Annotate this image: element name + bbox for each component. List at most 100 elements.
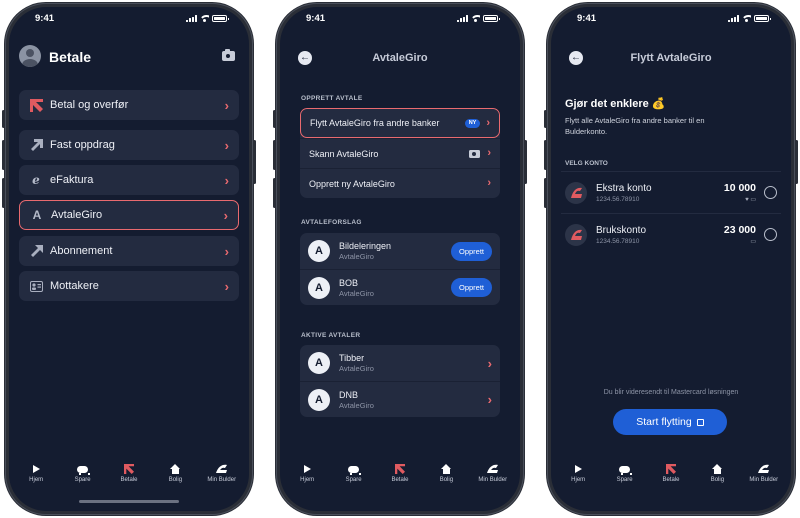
agreement-sub: AvtaleGiro bbox=[339, 364, 374, 373]
chevron-right-icon: › bbox=[224, 97, 229, 113]
row-label: Flytt AvtaleGiro fra andre banker bbox=[310, 118, 440, 128]
tab-label: Bolig bbox=[439, 477, 454, 483]
tab-min-bulder[interactable]: Min Bulder bbox=[471, 463, 515, 493]
tab-spare[interactable]: Spare bbox=[61, 463, 105, 493]
row-flytt-avtalegiro[interactable]: Flytt AvtaleGiro fra andre banker NY › bbox=[300, 108, 500, 138]
intro-paragraph: Flytt alle AvtaleGiro fra andre banker t… bbox=[565, 116, 705, 136]
tab-label: Bolig bbox=[710, 477, 725, 483]
battery-icon bbox=[483, 14, 500, 22]
tab-label: Hjem bbox=[29, 477, 44, 483]
account-balance: 23 000 bbox=[723, 224, 756, 236]
battery-icon bbox=[212, 14, 229, 22]
account-number: 1234.56.78910 bbox=[596, 195, 640, 203]
chevron-right-icon: › bbox=[224, 172, 229, 188]
chevron-right-icon: › bbox=[224, 243, 229, 259]
menu-item-avtalegiro[interactable]: A AvtaleGiro › bbox=[19, 200, 239, 230]
tab-label: Hjem bbox=[300, 477, 315, 483]
tab-hjem[interactable]: Hjem bbox=[556, 463, 600, 493]
piggy-bank-icon bbox=[619, 465, 633, 475]
account-row-ekstra[interactable]: Ekstra konto 1234.56.78910 10 000 ♥ ▭ bbox=[561, 171, 781, 213]
suggestions-card: A Bildeleringen AvtaleGiro Opprett A BOB A… bbox=[300, 233, 500, 305]
suggestion-sub: AvtaleGiro bbox=[339, 252, 374, 261]
tab-min-bulder[interactable]: Min Bulder bbox=[742, 463, 786, 493]
opprett-button[interactable]: Opprett bbox=[450, 278, 492, 297]
start-flytting-button[interactable]: Start flytting bbox=[613, 409, 727, 435]
bulder-logo-icon bbox=[487, 464, 499, 473]
chevron-right-icon: › bbox=[487, 147, 491, 159]
page-title: Flytt AvtaleGiro bbox=[630, 52, 712, 64]
tab-bolig[interactable]: Bolig bbox=[424, 463, 468, 493]
signal-icon bbox=[186, 14, 197, 22]
avtalegiro-logo-icon: A bbox=[308, 240, 330, 262]
menu-item-efaktura[interactable]: e eFaktura › bbox=[19, 165, 239, 195]
header: ← AvtaleGiro bbox=[280, 43, 520, 73]
bulder-logo-icon bbox=[216, 464, 228, 473]
menu-label: Betal og overfør bbox=[50, 99, 129, 111]
account-row-bruks[interactable]: Brukskonto 1234.56.78910 23 000 ▭ bbox=[561, 213, 781, 255]
tab-min-bulder[interactable]: Min Bulder bbox=[200, 463, 244, 493]
tab-label: Bolig bbox=[168, 477, 183, 483]
bulder-logo-icon bbox=[758, 464, 770, 473]
tab-label: Spare bbox=[345, 477, 362, 483]
tab-bolig[interactable]: Bolig bbox=[695, 463, 739, 493]
home-indicator bbox=[79, 500, 179, 503]
tab-label: Betale bbox=[662, 477, 680, 483]
status-time: 9:41 bbox=[577, 12, 597, 24]
tab-bolig[interactable]: Bolig bbox=[153, 463, 197, 493]
intro-heading: Gjør det enklere 💰 bbox=[565, 98, 666, 110]
page-title: AvtaleGiro bbox=[372, 52, 428, 64]
avtalegiro-logo-icon: A bbox=[308, 276, 330, 299]
menu-item-betal-og-overfor[interactable]: Betal og overfør › bbox=[19, 90, 239, 120]
tab-label: Min Bulder bbox=[749, 477, 779, 483]
screen-betale: 9:41 Betale Betal og overfør › Fast oppd… bbox=[9, 7, 249, 511]
menu-label: Fast oppdrag bbox=[50, 139, 115, 151]
tab-spare[interactable]: Spare bbox=[332, 463, 376, 493]
tab-betale[interactable]: Betale bbox=[378, 463, 422, 493]
tab-betale[interactable]: Betale bbox=[107, 463, 151, 493]
contacts-icon bbox=[29, 279, 43, 293]
tab-hjem[interactable]: Hjem bbox=[14, 463, 58, 493]
phone-betale: 9:41 Betale Betal og overfør › Fast oppd… bbox=[4, 2, 254, 516]
screen-avtalegiro: 9:41 ← AvtaleGiro OPPRETT AVTALE Flytt A… bbox=[280, 7, 520, 511]
tab-hjem[interactable]: Hjem bbox=[285, 463, 329, 493]
active-agreement-row[interactable]: A DNB AvtaleGiro › bbox=[300, 381, 500, 417]
bulder-logo-icon bbox=[565, 223, 587, 246]
phone-flytt-avtalegiro: 9:41 ← Flytt AvtaleGiro Gjør det enklere… bbox=[546, 2, 796, 516]
active-agreement-row[interactable]: A Tibber AvtaleGiro › bbox=[300, 345, 500, 381]
avatar[interactable] bbox=[19, 45, 41, 67]
opprett-button[interactable]: Opprett bbox=[450, 241, 492, 261]
status-time: 9:41 bbox=[35, 12, 55, 24]
camera-icon[interactable] bbox=[222, 49, 235, 61]
account-radio[interactable] bbox=[764, 186, 777, 199]
tab-bar: Hjem Spare Betale Bolig Min Bulder bbox=[9, 463, 249, 493]
tab-betale[interactable]: Betale bbox=[649, 463, 693, 493]
account-name: Brukskonto bbox=[596, 224, 647, 236]
new-badge: NY bbox=[464, 118, 481, 128]
house-icon bbox=[170, 464, 181, 474]
menu-label: Mottakere bbox=[50, 280, 99, 292]
menu-item-abonnement[interactable]: Abonnement › bbox=[19, 236, 239, 266]
suggestion-name: Bildeleringen bbox=[339, 241, 392, 251]
tab-spare[interactable]: Spare bbox=[603, 463, 647, 493]
screen-flytt-avtalegiro: 9:41 ← Flytt AvtaleGiro Gjør det enklere… bbox=[551, 7, 791, 511]
house-icon bbox=[441, 464, 452, 474]
tab-label: Betale bbox=[391, 477, 409, 483]
row-label: Opprett ny AvtaleGiro bbox=[309, 178, 395, 189]
menu-item-mottakere[interactable]: Mottakere › bbox=[19, 271, 239, 301]
menu-item-fast-oppdrag[interactable]: Fast oppdrag › bbox=[19, 130, 239, 160]
account-balance: 10 000 bbox=[723, 182, 756, 194]
subscription-icon bbox=[29, 244, 43, 258]
tab-label: Min Bulder bbox=[478, 477, 508, 483]
row-skann-avtalegiro[interactable]: Skann AvtaleGiro › bbox=[300, 138, 500, 168]
agreement-sub: AvtaleGiro bbox=[339, 400, 374, 410]
account-tags: ♥ ▭ bbox=[745, 197, 756, 203]
play-icon bbox=[303, 465, 311, 473]
wifi-icon bbox=[200, 14, 209, 22]
account-radio[interactable] bbox=[764, 228, 777, 241]
header: ← Flytt AvtaleGiro bbox=[551, 43, 791, 73]
create-card: Flytt AvtaleGiro fra andre banker NY › S… bbox=[300, 108, 500, 198]
chevron-right-icon: › bbox=[487, 355, 492, 371]
redirect-note: Du blir videresendt til Mastercard løsni… bbox=[603, 389, 739, 396]
row-opprett-ny[interactable]: Opprett ny AvtaleGiro › bbox=[300, 168, 500, 198]
status-time: 9:41 bbox=[306, 12, 326, 24]
